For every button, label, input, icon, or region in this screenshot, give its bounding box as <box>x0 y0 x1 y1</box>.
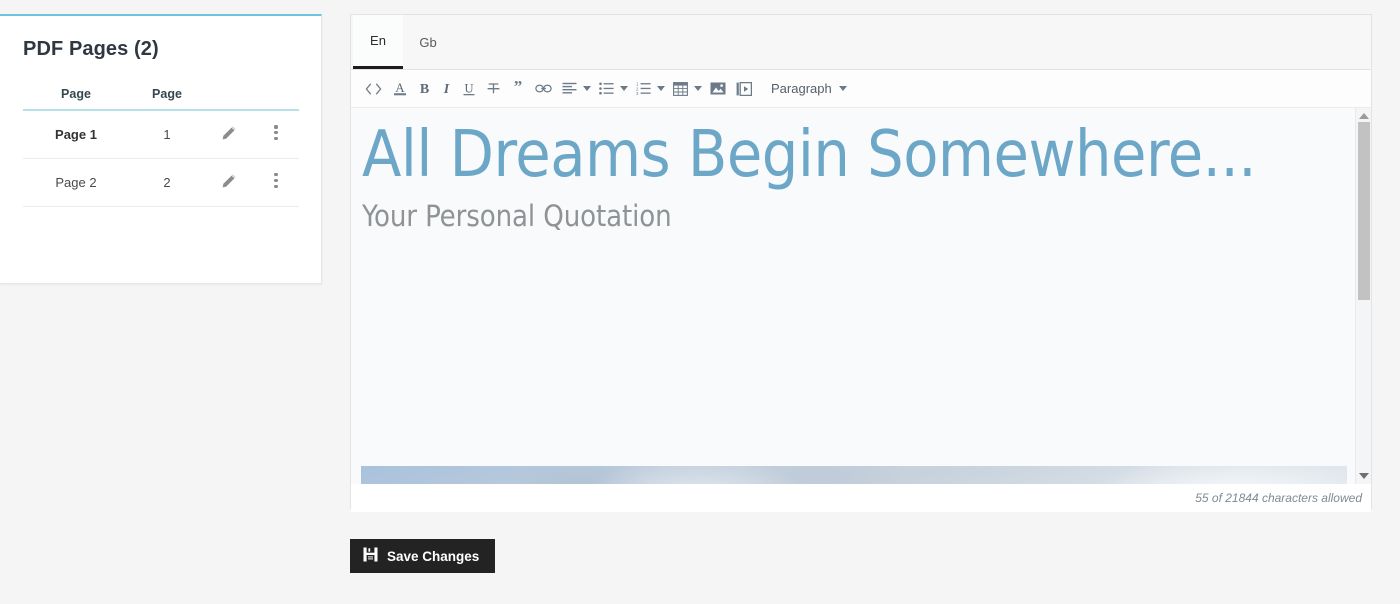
table-row[interactable]: Page 1 1 <box>23 110 299 159</box>
edit-cell <box>205 158 253 207</box>
column-header-page-number: Page <box>129 87 205 111</box>
page-name-cell: Page 1 <box>23 110 129 159</box>
numbered-list-dropdown-caret-icon[interactable] <box>657 86 665 91</box>
column-header-actions <box>253 87 299 111</box>
page-root: PDF Pages (2) Page Page Page 1 1 Page 2 … <box>0 0 1400 604</box>
font-color-icon[interactable]: A <box>387 74 413 104</box>
bullet-list-dropdown-caret-icon[interactable] <box>620 86 628 91</box>
pencil-icon[interactable] <box>221 125 237 141</box>
cloudy-sky-banner-image <box>361 466 1347 484</box>
page-name-cell: Page 2 <box>23 158 129 207</box>
tab-en[interactable]: En <box>353 15 403 69</box>
image-icon[interactable] <box>705 74 731 104</box>
bullet-list-icon[interactable] <box>594 74 619 104</box>
svg-text:U: U <box>464 81 473 95</box>
column-header-page-name: Page <box>23 87 129 111</box>
pdf-pages-table: Page Page Page 1 1 Page 2 2 <box>23 87 299 207</box>
document-content[interactable]: All Dreams Begin Somewhere... Your Perso… <box>351 108 1355 484</box>
svg-text:B: B <box>420 82 429 96</box>
code-view-icon[interactable] <box>360 74 387 104</box>
page-title: PDF Pages (2) <box>23 38 159 60</box>
svg-text:I: I <box>443 82 450 96</box>
svg-text:3: 3 <box>636 91 639 95</box>
paragraph-dropdown-caret-icon[interactable] <box>838 86 847 91</box>
italic-icon[interactable]: I <box>436 74 457 104</box>
editor-toolbar: A B I U ” 1 2 3 Paragraph <box>351 70 1371 108</box>
actions-cell <box>253 158 299 207</box>
numbered-list-icon[interactable]: 123 <box>631 74 656 104</box>
document-subheading: Your Personal Quotation <box>362 199 672 234</box>
svg-text:”: ” <box>514 81 523 96</box>
pdf-pages-card: PDF Pages (2) Page Page Page 1 1 Page 2 … <box>0 14 322 284</box>
scroll-down-arrow-icon[interactable] <box>1358 473 1369 479</box>
scroll-up-arrow-icon[interactable] <box>1358 113 1369 119</box>
table-icon[interactable] <box>668 74 693 104</box>
character-count-label: 55 of 21844 characters allowed <box>1195 491 1362 505</box>
page-number-cell: 2 <box>129 158 205 207</box>
video-icon[interactable] <box>731 74 757 104</box>
floppy-disk-icon <box>363 547 378 565</box>
column-header-edit <box>205 87 253 111</box>
save-changes-label: Save Changes <box>387 548 480 564</box>
character-counter-bar: 55 of 21844 characters allowed <box>351 484 1371 512</box>
editor-content-area[interactable]: All Dreams Begin Somewhere... Your Perso… <box>351 108 1371 484</box>
blockquote-icon[interactable]: ” <box>506 74 530 104</box>
document-heading: All Dreams Begin Somewhere... <box>362 118 1257 192</box>
align-left-icon[interactable] <box>557 74 582 104</box>
paragraph-format-label: Paragraph <box>771 81 832 96</box>
rich-text-editor-panel: En Gb A B I U ” 1 2 3 Paragraph All Drea… <box>350 14 1372 512</box>
table-row[interactable]: Page 2 2 <box>23 158 299 207</box>
language-tabbar: En Gb <box>351 15 1371 70</box>
edit-cell <box>205 110 253 159</box>
scrollbar-thumb[interactable] <box>1358 122 1370 300</box>
paragraph-format-dropdown[interactable]: Paragraph <box>763 81 858 96</box>
link-icon[interactable] <box>530 74 557 104</box>
table-dropdown-caret-icon[interactable] <box>694 86 702 91</box>
bold-icon[interactable]: B <box>413 74 436 104</box>
page-number-cell: 1 <box>129 110 205 159</box>
save-changes-button[interactable]: Save Changes <box>350 539 496 573</box>
svg-text:A: A <box>395 80 405 95</box>
underline-icon[interactable]: U <box>457 74 481 104</box>
kebab-menu-icon[interactable] <box>274 171 278 191</box>
pencil-icon[interactable] <box>221 173 237 189</box>
kebab-menu-icon[interactable] <box>274 123 278 143</box>
strikethrough-icon[interactable] <box>481 74 506 104</box>
table-header-row: Page Page <box>23 87 299 111</box>
editor-vertical-scrollbar[interactable] <box>1355 108 1371 484</box>
actions-cell <box>253 110 299 159</box>
tab-gb[interactable]: Gb <box>403 15 453 69</box>
align-dropdown-caret-icon[interactable] <box>583 86 591 91</box>
